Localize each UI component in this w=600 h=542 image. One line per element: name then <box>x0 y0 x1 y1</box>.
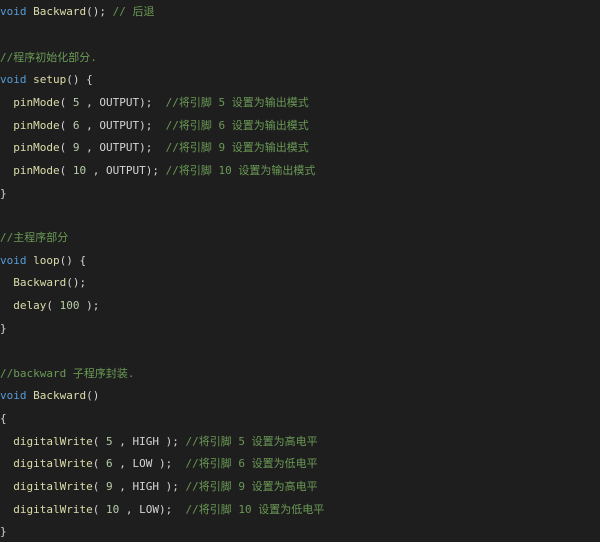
code-line[interactable]: digitalWrite( 9 , HIGH ); //将引脚 9 设置为高电平 <box>0 479 317 495</box>
code-line[interactable]: pinMode( 6 , OUTPUT); //将引脚 6 设置为输出模式 <box>0 118 308 134</box>
code-line[interactable]: pinMode( 9 , OUTPUT); //将引脚 9 设置为输出模式 <box>0 140 308 156</box>
code-line[interactable]: Backward(); <box>0 275 86 291</box>
code-line[interactable]: pinMode( 5 , OUTPUT); //将引脚 5 设置为输出模式 <box>0 95 308 111</box>
code-line[interactable]: delay( 100 ); <box>0 298 99 314</box>
code-line[interactable]: } <box>0 321 7 337</box>
code-line[interactable]: } <box>0 524 7 540</box>
code-line[interactable]: void Backward(); // 后退 <box>0 4 154 20</box>
code-line[interactable]: { <box>0 411 7 427</box>
code-line[interactable]: void loop() { <box>0 253 86 269</box>
code-line[interactable]: //backward 子程序封装. <box>0 366 134 382</box>
code-line[interactable]: } <box>0 186 7 202</box>
code-line[interactable]: void Backward() <box>0 388 99 404</box>
code-line[interactable]: digitalWrite( 10 , LOW); //将引脚 10 设置为低电平 <box>0 502 324 518</box>
code-line[interactable]: //程序初始化部分. <box>0 50 97 66</box>
code-editor[interactable]: void Backward(); // 后退 //程序初始化部分. void s… <box>0 0 600 542</box>
code-line[interactable]: void setup() { <box>0 72 93 88</box>
code-line[interactable]: digitalWrite( 5 , HIGH ); //将引脚 5 设置为高电平 <box>0 434 317 450</box>
code-line[interactable]: digitalWrite( 6 , LOW ); //将引脚 6 设置为低电平 <box>0 456 317 472</box>
code-line[interactable]: pinMode( 10 , OUTPUT); //将引脚 10 设置为输出模式 <box>0 163 315 179</box>
code-line[interactable]: //主程序部分 <box>0 230 68 246</box>
